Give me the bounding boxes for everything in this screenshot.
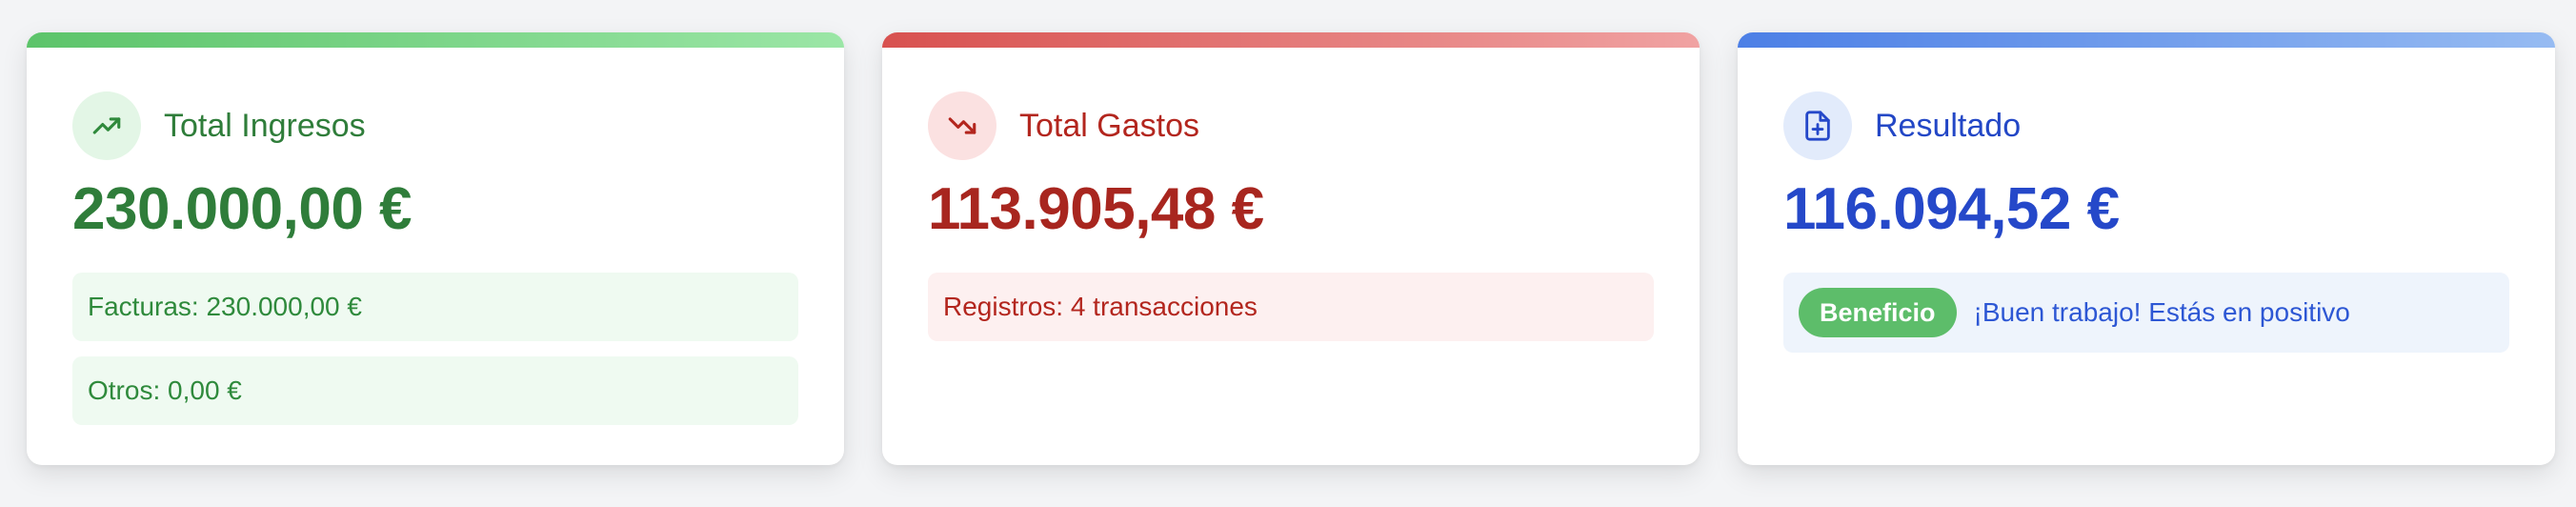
trending-up-icon xyxy=(72,91,141,160)
result-card-title: Resultado xyxy=(1875,108,2022,144)
expenses-records-detail: Registros: 4 transacciones xyxy=(928,273,1654,341)
expenses-card-header: Total Gastos xyxy=(928,91,1654,160)
income-invoices-detail: Facturas: 230.000,00 € xyxy=(72,273,798,341)
result-message-box: Beneficio ¡Buen trabajo! Estás en positi… xyxy=(1783,273,2509,353)
expenses-card: Total Gastos 113.905,48 € Registros: 4 t… xyxy=(882,32,1700,465)
result-card-accent-bar xyxy=(1738,32,2555,48)
income-other-detail: Otros: 0,00 € xyxy=(72,356,798,425)
income-card-header: Total Ingresos xyxy=(72,91,798,160)
result-card: Resultado 116.094,52 € Beneficio ¡Buen t… xyxy=(1738,32,2555,465)
result-card-header: Resultado xyxy=(1783,91,2509,160)
income-card-amount: 230.000,00 € xyxy=(72,176,413,242)
result-card-amount: 116.094,52 € xyxy=(1783,176,2120,242)
summary-cards: Total Ingresos 230.000,00 € Facturas: 23… xyxy=(27,32,2555,465)
profit-badge: Beneficio xyxy=(1799,288,1957,337)
trending-down-icon xyxy=(928,91,996,160)
result-message: ¡Buen trabajo! Estás en positivo xyxy=(1973,297,2350,327)
expenses-card-title: Total Gastos xyxy=(1019,108,1199,144)
income-card: Total Ingresos 230.000,00 € Facturas: 23… xyxy=(27,32,844,465)
income-card-title: Total Ingresos xyxy=(164,108,366,144)
file-plus-icon xyxy=(1783,91,1852,160)
expenses-card-amount: 113.905,48 € xyxy=(928,176,1264,242)
expenses-card-accent-bar xyxy=(882,32,1700,48)
income-card-accent-bar xyxy=(27,32,844,48)
